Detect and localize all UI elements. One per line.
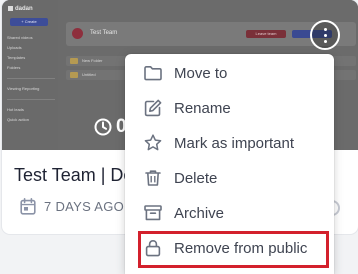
thumbnail-nav-divider xyxy=(7,99,55,100)
menu-item-label: Mark as important xyxy=(174,134,295,152)
thumbnail-workspace-title: Test Team xyxy=(90,30,118,36)
thumbnail-create-button: + Create xyxy=(10,18,48,26)
thumbnail-avatar xyxy=(72,28,83,39)
clock-icon xyxy=(94,118,112,136)
thumbnail-logo-text: dadan xyxy=(15,6,33,13)
thumbnail-nav-item: Shared videos xyxy=(7,35,33,40)
star-icon xyxy=(144,134,162,151)
thumbnail-nav-item: Folders xyxy=(7,65,21,70)
thumbnail-nav-divider xyxy=(7,78,55,79)
thumbnail-logo: dadan xyxy=(8,6,33,12)
menu-item-label: Archive xyxy=(174,204,225,222)
more-options-dot xyxy=(323,40,327,43)
thumbnail-folder-icon xyxy=(70,58,78,64)
trash-icon xyxy=(145,170,161,186)
video-meta: 7 DAYS AGO xyxy=(20,197,124,215)
menu-item-label: Move to xyxy=(174,64,228,82)
archive-box-icon xyxy=(144,205,162,221)
more-options-dot xyxy=(323,28,327,31)
highlight-box xyxy=(138,231,329,268)
thumbnail-nav-item: Uploads xyxy=(7,45,22,50)
folder-icon xyxy=(144,66,162,81)
thumbnail-folder-icon xyxy=(70,72,78,78)
pencil-icon xyxy=(144,99,162,117)
menu-item-rename[interactable]: Rename xyxy=(125,91,334,125)
page: dadan + Create Shared videos Uploads Tem… xyxy=(0,0,358,274)
video-date: 7 DAYS AGO xyxy=(44,198,125,214)
calendar-icon xyxy=(20,197,36,215)
thumbnail-row-label: Untitled xyxy=(82,72,96,77)
menu-item-archive[interactable]: Archive xyxy=(125,196,334,230)
thumbnail-nav-item: Quick action xyxy=(7,117,30,122)
menu-item-delete[interactable]: Delete xyxy=(125,161,334,195)
thumbnail-nav-item: Viewing Reporting xyxy=(7,86,40,91)
thumbnail-nav-item: Templates xyxy=(7,55,26,60)
thumbnail-nav-item: Hot leads xyxy=(7,107,24,112)
menu-item-mark-important[interactable]: Mark as important xyxy=(125,126,334,160)
thumbnail-nav: Shared videos Uploads Templates Folders … xyxy=(7,34,55,126)
menu-item-label: Rename xyxy=(174,99,231,117)
thumbnail-row-label: New Folder xyxy=(82,58,103,63)
thumbnail-sidebar: dadan + Create Shared videos Uploads Tem… xyxy=(2,0,58,150)
menu-item-move-to[interactable]: Move to xyxy=(125,56,334,90)
more-options-dot xyxy=(323,34,327,37)
video-title[interactable]: Test Team | De xyxy=(14,164,133,186)
more-options-button[interactable] xyxy=(310,20,340,50)
menu-item-label: Delete xyxy=(174,169,218,187)
thumbnail-red-button: Leave team xyxy=(246,30,286,38)
